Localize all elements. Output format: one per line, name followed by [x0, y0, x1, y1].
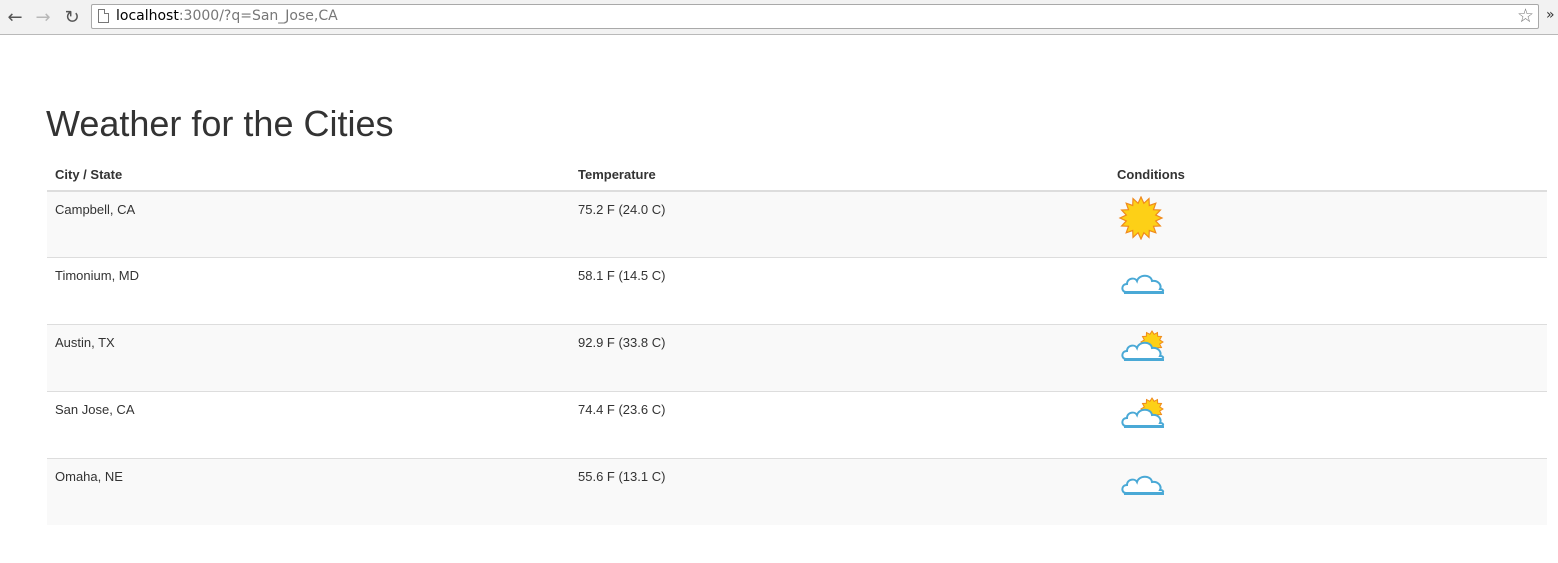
cloudy-icon	[1118, 463, 1539, 500]
cell-conditions	[1109, 256, 1547, 324]
weather-table: City / State Temperature Conditions Camp…	[47, 158, 1547, 525]
cell-city: Campbell, CA	[47, 191, 570, 257]
table-body: Campbell, CA 75.2 F (24.0 C) Timonium, MD 5…	[47, 191, 1547, 525]
back-arrow-icon[interactable]: ←	[4, 6, 26, 28]
partly-sunny-icon	[1118, 396, 1539, 433]
table-header-row: City / State Temperature Conditions	[47, 158, 1547, 192]
cell-city: Timonium, MD	[47, 256, 570, 324]
forward-arrow-icon[interactable]: →	[32, 6, 54, 28]
table-row: San Jose, CA 74.4 F (23.6 C)	[47, 390, 1547, 458]
cell-conditions	[1109, 191, 1547, 257]
cell-conditions	[1109, 457, 1547, 525]
bookmark-star-icon[interactable]: ☆	[1517, 5, 1534, 28]
table-row: Timonium, MD 58.1 F (14.5 C)	[47, 256, 1547, 324]
table-row: Omaha, NE 55.6 F (13.1 C)	[47, 457, 1547, 525]
cell-temperature: 75.2 F (24.0 C)	[570, 191, 1109, 257]
header-city-state: City / State	[47, 158, 570, 192]
cell-city: Omaha, NE	[47, 457, 570, 525]
cell-conditions	[1109, 323, 1547, 391]
header-conditions: Conditions	[1109, 158, 1547, 192]
url-path: :3000/?q=San_Jose,CA	[178, 8, 338, 24]
page-title: Weather for the Cities	[46, 103, 394, 144]
table-row: Austin, TX 92.9 F (33.8 C)	[47, 323, 1547, 391]
cell-temperature: 92.9 F (33.8 C)	[570, 323, 1109, 391]
cell-city: San Jose, CA	[47, 390, 570, 458]
table-row: Campbell, CA 75.2 F (24.0 C)	[47, 191, 1547, 257]
cell-temperature: 55.6 F (13.1 C)	[570, 457, 1109, 525]
address-bar[interactable]: localhost:3000/?q=San_Jose,CA ☆	[91, 4, 1539, 29]
partly-sunny-icon	[1118, 329, 1539, 366]
cell-temperature: 58.1 F (14.5 C)	[570, 256, 1109, 324]
sunny-icon	[1118, 195, 1539, 243]
cell-conditions	[1109, 390, 1547, 458]
cell-city: Austin, TX	[47, 323, 570, 391]
overflow-chevron-icon[interactable]: »	[1546, 7, 1555, 23]
url-text[interactable]: localhost:3000/?q=San_Jose,CA	[116, 8, 338, 24]
cell-temperature: 74.4 F (23.6 C)	[570, 390, 1109, 458]
browser-toolbar: ← → ↻ localhost:3000/?q=San_Jose,CA ☆ »	[0, 0, 1558, 35]
cloudy-icon	[1118, 262, 1539, 299]
url-host: localhost	[116, 8, 179, 24]
header-temperature: Temperature	[570, 158, 1109, 192]
reload-icon[interactable]: ↻	[61, 6, 83, 28]
page-icon	[98, 9, 109, 23]
